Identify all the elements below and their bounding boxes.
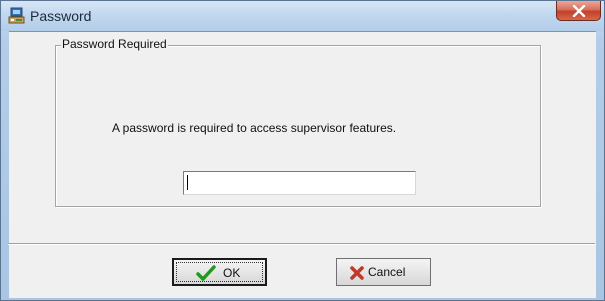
button-separator [8, 243, 595, 245]
ok-button-label: OK [223, 266, 241, 280]
password-input[interactable] [183, 171, 416, 195]
close-button[interactable] [556, 1, 601, 21]
ok-button[interactable]: OK [172, 258, 267, 286]
app-computer-icon [8, 7, 26, 25]
checkmark-icon [196, 265, 216, 284]
red-x-icon [349, 265, 365, 284]
text-caret [187, 175, 188, 190]
close-x-icon [572, 5, 586, 17]
cancel-button-label: Cancel [368, 265, 406, 279]
password-message: A password is required to access supervi… [112, 121, 397, 135]
cancel-button[interactable]: Cancel [336, 258, 431, 286]
window-title: Password [30, 8, 92, 24]
title-bar[interactable]: Password [1, 1, 604, 31]
group-title: Password Required [61, 37, 168, 51]
